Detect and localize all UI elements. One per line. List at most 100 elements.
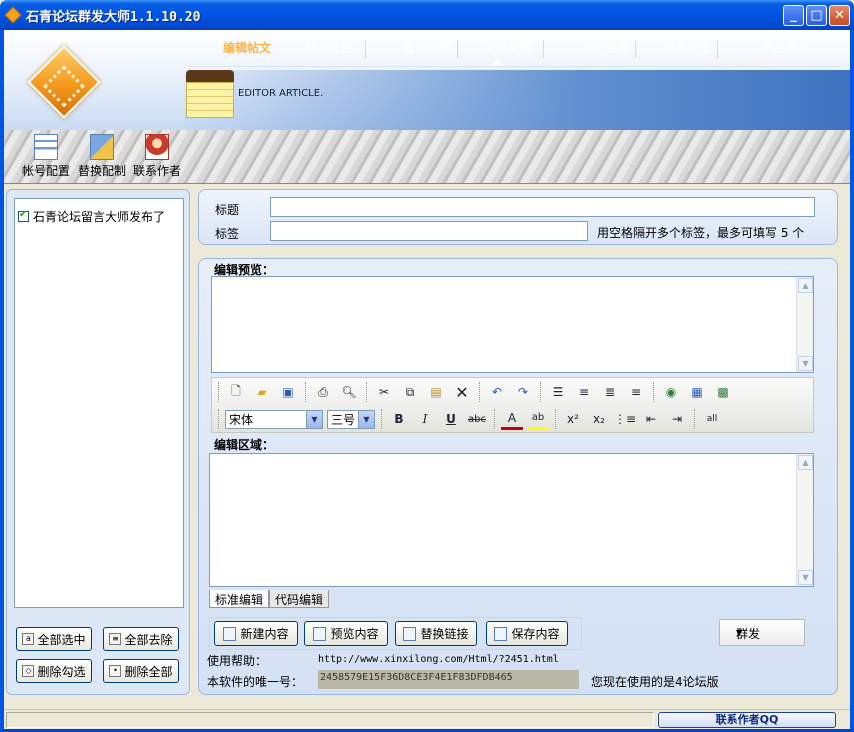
preview-area[interactable]: ▲ ▼ xyxy=(211,276,814,373)
bold-icon[interactable]: B xyxy=(388,408,410,430)
post-meta-panel: 标题 标签 用空格隔开多个标签，最多可填写 5 个 xyxy=(198,189,838,245)
align-center-icon[interactable]: ≣ xyxy=(599,381,621,403)
justify-icon[interactable]: ☰ xyxy=(547,381,569,403)
contact-author-button[interactable]: 联系作者 xyxy=(133,134,181,179)
undo-icon[interactable]: ↶ xyxy=(486,381,508,403)
select-all-icon: a xyxy=(22,633,34,645)
post-list[interactable]: 石青论坛留言大师发布了 xyxy=(14,198,184,608)
header-decoration xyxy=(184,70,850,130)
new-content-button[interactable]: 新建内容 xyxy=(214,621,298,646)
tags-input[interactable] xyxy=(270,221,588,241)
font-color-icon[interactable]: A xyxy=(501,408,523,430)
delete-checked-button[interactable]: ◇删除勾选 xyxy=(16,659,92,683)
send-dropdown-button[interactable]: 群发▼ xyxy=(719,619,805,646)
numbered-list-icon[interactable]: ⋮≡ xyxy=(614,408,636,430)
nav-separator xyxy=(635,40,636,58)
edit-area-title: 编辑区域： xyxy=(214,436,274,453)
deselect-all-button[interactable]: ≡全部去除 xyxy=(103,627,179,651)
strikethrough-icon[interactable]: abc xyxy=(466,408,488,430)
editor-toolbar: 🗋 ▰ ▣ ⎙ 🔍︎ ✂ ⧉ ▤ ✕ ↶ ↷ ☰ ≡ ≣ ≡ ◉ ▦ ▩ xyxy=(211,377,814,433)
delete-all-button[interactable]: •删除全部 xyxy=(103,659,179,683)
tags-label: 标签 xyxy=(215,225,239,242)
window-frame-right xyxy=(850,30,854,732)
subscript-icon[interactable]: x₂ xyxy=(588,408,610,430)
select-all-text-icon[interactable]: all xyxy=(701,408,723,430)
align-left-icon[interactable]: ≡ xyxy=(573,381,595,403)
nav-separator xyxy=(365,40,366,58)
print-icon[interactable]: ⎙ xyxy=(312,381,334,403)
tool-strip: 帐号配置 替换配制 联系作者 xyxy=(4,130,850,184)
italic-icon[interactable]: I xyxy=(414,408,436,430)
checkbox-checked-icon[interactable] xyxy=(18,211,29,222)
nav-query-results[interactable]: 查询结果 xyxy=(403,39,451,56)
underline-icon[interactable]: U xyxy=(440,408,462,430)
nav-products[interactable]: 产品展示 xyxy=(761,39,809,56)
maximize-button[interactable]: □ xyxy=(806,5,827,26)
image-icon[interactable]: ▩ xyxy=(712,381,734,403)
help-url[interactable]: http://www.xinxilong.com/Html/?2451.html xyxy=(318,654,559,665)
tab-standard-edit[interactable]: 标准编辑 xyxy=(209,590,269,608)
editor-panel: 编辑预览： ▲ ▼ 🗋 ▰ ▣ ⎙ 🔍︎ ✂ ⧉ ▤ ✕ ↶ ↷ ☰ ≡ ≣ xyxy=(198,258,838,695)
edit-area[interactable]: ▲ ▼ xyxy=(209,453,814,587)
chevron-down-icon: ▼ xyxy=(358,411,374,428)
window-title: 石青论坛群发大师1.1.10.20 xyxy=(26,6,200,25)
close-button[interactable]: ✕ xyxy=(829,5,850,26)
outdent-icon[interactable]: ⇤ xyxy=(640,408,662,430)
print-preview-icon[interactable]: 🔍︎ xyxy=(338,381,360,403)
preview-icon xyxy=(313,627,326,641)
minimize-button[interactable]: _ xyxy=(783,5,804,26)
edit-scrollbar[interactable]: ▲ ▼ xyxy=(796,454,813,586)
indent-icon[interactable]: ⇥ xyxy=(666,408,688,430)
nav-edit-post[interactable]: 编辑帖文 xyxy=(223,39,271,56)
preview-content-button[interactable]: 预览内容 xyxy=(304,621,388,646)
scroll-up-icon[interactable]: ▲ xyxy=(798,455,813,470)
editor-caption: EDITOR ARTICLE. xyxy=(238,88,323,99)
editor-tabs: 标准编辑 代码编辑 xyxy=(209,590,329,608)
scroll-down-icon[interactable]: ▼ xyxy=(798,570,813,585)
title-label: 标题 xyxy=(215,201,239,218)
nav-publish-config[interactable]: 发布配置 xyxy=(663,39,711,56)
replace-config-label: 替换配制 xyxy=(78,162,126,179)
account-config-button[interactable]: 帐号配置 xyxy=(22,134,70,179)
replace-link-button[interactable]: 替换链接 xyxy=(395,621,477,646)
nav-forum-register[interactable]: 论坛注册 xyxy=(582,39,630,56)
table-icon[interactable]: ▦ xyxy=(686,381,708,403)
help-label: 使用帮助： xyxy=(207,652,267,669)
delete-icon[interactable]: ✕ xyxy=(451,381,473,403)
font-family-select[interactable]: 宋体▼ xyxy=(225,410,323,429)
version-note: 您现在使用的是4论坛版 xyxy=(591,673,719,690)
select-all-button[interactable]: a全部选中 xyxy=(16,627,92,651)
link-icon[interactable]: ◉ xyxy=(660,381,682,403)
replace-link-icon xyxy=(403,627,416,641)
highlight-icon[interactable]: ab xyxy=(527,408,549,430)
main-nav: 编辑帖文 群发监控 查询结果 文章采集 论坛注册 发布配置 产品展示 xyxy=(189,36,849,62)
redo-icon[interactable]: ↷ xyxy=(512,381,534,403)
contact-qq-button[interactable]: 联系作者QQ xyxy=(658,712,836,728)
cut-icon[interactable]: ✂ xyxy=(373,381,395,403)
copy-icon[interactable]: ⧉ xyxy=(399,381,421,403)
scroll-down-icon[interactable]: ▼ xyxy=(798,356,813,371)
superscript-icon[interactable]: x² xyxy=(562,408,584,430)
uid-value: 2458579E15F36D8CE3F4E1F83DFDB465 xyxy=(318,670,579,689)
save-disk-icon[interactable]: ▣ xyxy=(277,381,299,403)
left-panel: 石青论坛留言大师发布了 a全部选中 ≡全部去除 ◇删除勾选 •删除全部 xyxy=(6,189,190,695)
nav-send-monitor[interactable]: 群发监控 xyxy=(305,39,353,56)
paste-icon[interactable]: ▤ xyxy=(425,381,447,403)
nav-article-collect[interactable]: 文章采集 xyxy=(484,39,532,56)
font-size-select[interactable]: 三号▼ xyxy=(327,410,375,429)
new-doc-icon[interactable]: 🗋 xyxy=(225,381,247,403)
open-folder-icon[interactable]: ▰ xyxy=(251,381,273,403)
preview-scrollbar[interactable]: ▲ ▼ xyxy=(796,277,813,372)
align-right-icon[interactable]: ≡ xyxy=(625,381,647,403)
list-item[interactable]: 石青论坛留言大师发布了 xyxy=(18,208,165,225)
replace-config-button[interactable]: 替换配制 xyxy=(78,134,126,179)
title-input[interactable] xyxy=(270,197,815,217)
title-bar: 石青论坛群发大师1.1.10.20 _ □ ✕ xyxy=(0,0,854,30)
scroll-up-icon[interactable]: ▲ xyxy=(798,278,813,293)
person-icon xyxy=(145,134,169,160)
delete-all-icon: • xyxy=(109,665,121,677)
replace-config-icon xyxy=(90,134,114,160)
app-icon xyxy=(5,7,22,24)
save-content-button[interactable]: 保存内容 xyxy=(486,621,568,646)
tab-code-edit[interactable]: 代码编辑 xyxy=(269,590,329,608)
